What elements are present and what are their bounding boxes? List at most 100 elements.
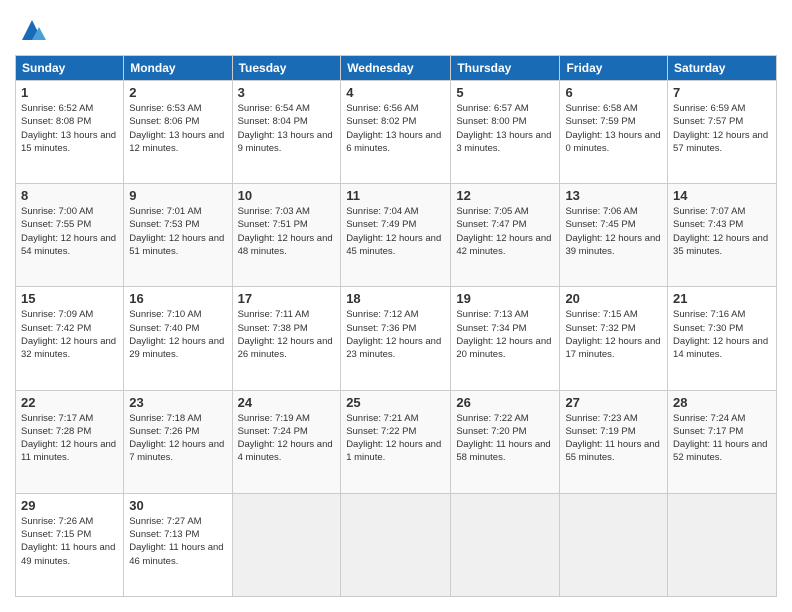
day-info: Sunrise: 7:12 AMSunset: 7:36 PMDaylight:… <box>346 308 445 361</box>
day-number: 7 <box>673 85 771 100</box>
day-info: Sunrise: 7:07 AMSunset: 7:43 PMDaylight:… <box>673 205 771 258</box>
day-number: 20 <box>565 291 662 306</box>
calendar-cell <box>451 493 560 596</box>
day-header: Friday <box>560 56 668 81</box>
day-number: 22 <box>21 395 118 410</box>
calendar-cell: 24 Sunrise: 7:19 AMSunset: 7:24 PMDaylig… <box>232 390 341 493</box>
day-info: Sunrise: 6:57 AMSunset: 8:00 PMDaylight:… <box>456 102 554 155</box>
day-info: Sunrise: 6:56 AMSunset: 8:02 PMDaylight:… <box>346 102 445 155</box>
calendar-cell: 11 Sunrise: 7:04 AMSunset: 7:49 PMDaylig… <box>341 184 451 287</box>
calendar-cell: 16 Sunrise: 7:10 AMSunset: 7:40 PMDaylig… <box>124 287 232 390</box>
day-info: Sunrise: 7:05 AMSunset: 7:47 PMDaylight:… <box>456 205 554 258</box>
day-header: Thursday <box>451 56 560 81</box>
calendar-cell: 15 Sunrise: 7:09 AMSunset: 7:42 PMDaylig… <box>16 287 124 390</box>
calendar-cell: 30 Sunrise: 7:27 AMSunset: 7:13 PMDaylig… <box>124 493 232 596</box>
day-number: 29 <box>21 498 118 513</box>
day-number: 11 <box>346 188 445 203</box>
calendar-cell: 21 Sunrise: 7:16 AMSunset: 7:30 PMDaylig… <box>668 287 777 390</box>
day-number: 8 <box>21 188 118 203</box>
calendar-week-row: 1 Sunrise: 6:52 AMSunset: 8:08 PMDayligh… <box>16 81 777 184</box>
day-number: 6 <box>565 85 662 100</box>
day-info: Sunrise: 6:52 AMSunset: 8:08 PMDaylight:… <box>21 102 118 155</box>
header <box>15 15 777 45</box>
day-header: Monday <box>124 56 232 81</box>
calendar-cell: 22 Sunrise: 7:17 AMSunset: 7:28 PMDaylig… <box>16 390 124 493</box>
calendar-cell: 3 Sunrise: 6:54 AMSunset: 8:04 PMDayligh… <box>232 81 341 184</box>
calendar: SundayMondayTuesdayWednesdayThursdayFrid… <box>15 55 777 597</box>
day-info: Sunrise: 7:26 AMSunset: 7:15 PMDaylight:… <box>21 515 118 568</box>
day-info: Sunrise: 7:04 AMSunset: 7:49 PMDaylight:… <box>346 205 445 258</box>
day-info: Sunrise: 6:53 AMSunset: 8:06 PMDaylight:… <box>129 102 226 155</box>
calendar-cell: 23 Sunrise: 7:18 AMSunset: 7:26 PMDaylig… <box>124 390 232 493</box>
day-info: Sunrise: 6:54 AMSunset: 8:04 PMDaylight:… <box>238 102 336 155</box>
day-number: 4 <box>346 85 445 100</box>
calendar-cell: 2 Sunrise: 6:53 AMSunset: 8:06 PMDayligh… <box>124 81 232 184</box>
calendar-cell <box>341 493 451 596</box>
day-info: Sunrise: 6:58 AMSunset: 7:59 PMDaylight:… <box>565 102 662 155</box>
day-info: Sunrise: 7:09 AMSunset: 7:42 PMDaylight:… <box>21 308 118 361</box>
day-number: 16 <box>129 291 226 306</box>
day-info: Sunrise: 7:19 AMSunset: 7:24 PMDaylight:… <box>238 412 336 465</box>
calendar-cell: 8 Sunrise: 7:00 AMSunset: 7:55 PMDayligh… <box>16 184 124 287</box>
calendar-header-row: SundayMondayTuesdayWednesdayThursdayFrid… <box>16 56 777 81</box>
day-info: Sunrise: 7:16 AMSunset: 7:30 PMDaylight:… <box>673 308 771 361</box>
day-number: 14 <box>673 188 771 203</box>
day-number: 10 <box>238 188 336 203</box>
day-number: 17 <box>238 291 336 306</box>
day-info: Sunrise: 7:27 AMSunset: 7:13 PMDaylight:… <box>129 515 226 568</box>
calendar-cell: 26 Sunrise: 7:22 AMSunset: 7:20 PMDaylig… <box>451 390 560 493</box>
day-number: 1 <box>21 85 118 100</box>
day-info: Sunrise: 7:17 AMSunset: 7:28 PMDaylight:… <box>21 412 118 465</box>
calendar-cell: 6 Sunrise: 6:58 AMSunset: 7:59 PMDayligh… <box>560 81 668 184</box>
day-info: Sunrise: 7:23 AMSunset: 7:19 PMDaylight:… <box>565 412 662 465</box>
calendar-week-row: 8 Sunrise: 7:00 AMSunset: 7:55 PMDayligh… <box>16 184 777 287</box>
logo <box>15 15 47 45</box>
day-number: 13 <box>565 188 662 203</box>
calendar-cell: 18 Sunrise: 7:12 AMSunset: 7:36 PMDaylig… <box>341 287 451 390</box>
calendar-cell: 4 Sunrise: 6:56 AMSunset: 8:02 PMDayligh… <box>341 81 451 184</box>
calendar-cell: 9 Sunrise: 7:01 AMSunset: 7:53 PMDayligh… <box>124 184 232 287</box>
day-number: 19 <box>456 291 554 306</box>
day-header: Saturday <box>668 56 777 81</box>
day-number: 21 <box>673 291 771 306</box>
day-info: Sunrise: 7:06 AMSunset: 7:45 PMDaylight:… <box>565 205 662 258</box>
day-info: Sunrise: 6:59 AMSunset: 7:57 PMDaylight:… <box>673 102 771 155</box>
day-header: Sunday <box>16 56 124 81</box>
calendar-week-row: 29 Sunrise: 7:26 AMSunset: 7:15 PMDaylig… <box>16 493 777 596</box>
day-info: Sunrise: 7:18 AMSunset: 7:26 PMDaylight:… <box>129 412 226 465</box>
calendar-cell: 10 Sunrise: 7:03 AMSunset: 7:51 PMDaylig… <box>232 184 341 287</box>
day-number: 30 <box>129 498 226 513</box>
day-info: Sunrise: 7:22 AMSunset: 7:20 PMDaylight:… <box>456 412 554 465</box>
calendar-cell: 25 Sunrise: 7:21 AMSunset: 7:22 PMDaylig… <box>341 390 451 493</box>
day-number: 25 <box>346 395 445 410</box>
calendar-cell: 13 Sunrise: 7:06 AMSunset: 7:45 PMDaylig… <box>560 184 668 287</box>
day-info: Sunrise: 7:13 AMSunset: 7:34 PMDaylight:… <box>456 308 554 361</box>
day-number: 28 <box>673 395 771 410</box>
calendar-cell: 28 Sunrise: 7:24 AMSunset: 7:17 PMDaylig… <box>668 390 777 493</box>
day-info: Sunrise: 7:21 AMSunset: 7:22 PMDaylight:… <box>346 412 445 465</box>
day-info: Sunrise: 7:24 AMSunset: 7:17 PMDaylight:… <box>673 412 771 465</box>
day-number: 18 <box>346 291 445 306</box>
calendar-cell <box>232 493 341 596</box>
calendar-week-row: 22 Sunrise: 7:17 AMSunset: 7:28 PMDaylig… <box>16 390 777 493</box>
day-info: Sunrise: 7:00 AMSunset: 7:55 PMDaylight:… <box>21 205 118 258</box>
day-number: 5 <box>456 85 554 100</box>
day-number: 27 <box>565 395 662 410</box>
day-info: Sunrise: 7:01 AMSunset: 7:53 PMDaylight:… <box>129 205 226 258</box>
day-number: 15 <box>21 291 118 306</box>
calendar-cell: 27 Sunrise: 7:23 AMSunset: 7:19 PMDaylig… <box>560 390 668 493</box>
page: SundayMondayTuesdayWednesdayThursdayFrid… <box>0 0 792 612</box>
calendar-cell: 5 Sunrise: 6:57 AMSunset: 8:00 PMDayligh… <box>451 81 560 184</box>
calendar-cell: 17 Sunrise: 7:11 AMSunset: 7:38 PMDaylig… <box>232 287 341 390</box>
day-number: 9 <box>129 188 226 203</box>
day-header: Tuesday <box>232 56 341 81</box>
day-info: Sunrise: 7:11 AMSunset: 7:38 PMDaylight:… <box>238 308 336 361</box>
calendar-cell: 14 Sunrise: 7:07 AMSunset: 7:43 PMDaylig… <box>668 184 777 287</box>
day-number: 2 <box>129 85 226 100</box>
calendar-cell: 19 Sunrise: 7:13 AMSunset: 7:34 PMDaylig… <box>451 287 560 390</box>
calendar-cell <box>560 493 668 596</box>
calendar-week-row: 15 Sunrise: 7:09 AMSunset: 7:42 PMDaylig… <box>16 287 777 390</box>
day-header: Wednesday <box>341 56 451 81</box>
calendar-cell: 12 Sunrise: 7:05 AMSunset: 7:47 PMDaylig… <box>451 184 560 287</box>
day-number: 3 <box>238 85 336 100</box>
